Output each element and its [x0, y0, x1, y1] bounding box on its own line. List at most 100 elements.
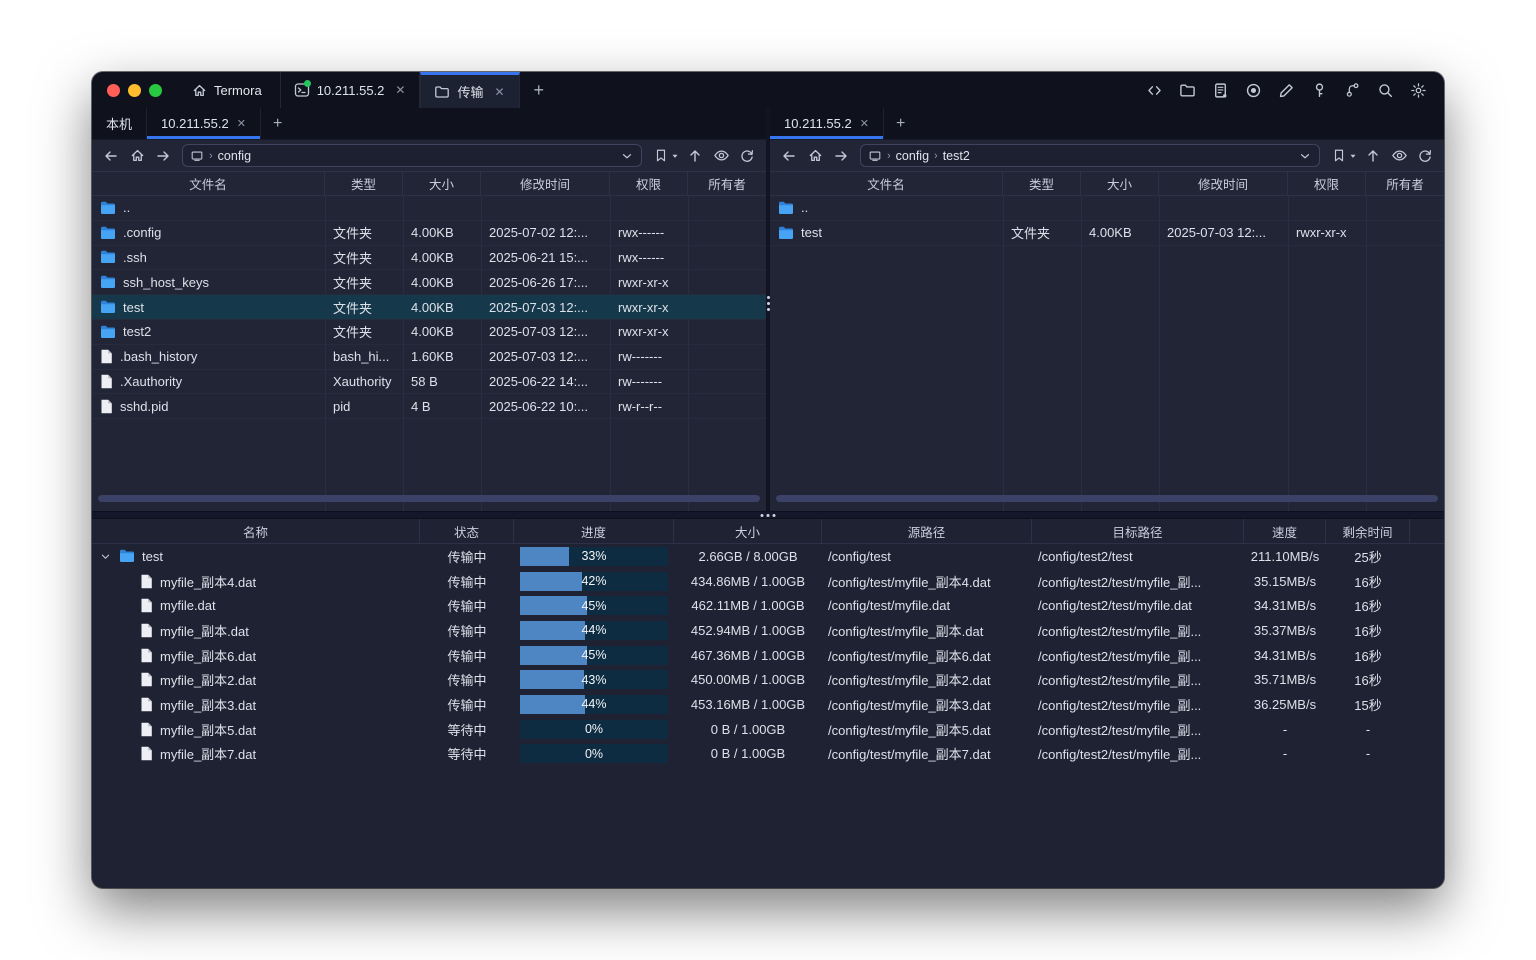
show-hidden-files-icon[interactable] — [710, 145, 732, 167]
column-header-owner[interactable]: 所有者 — [688, 172, 766, 195]
zoom-window-button[interactable] — [149, 84, 162, 97]
bookmark-icon[interactable] — [652, 145, 670, 167]
forward-button[interactable] — [152, 145, 174, 167]
key-icon[interactable] — [1307, 78, 1331, 102]
bookmark-dropdown-icon[interactable] — [1348, 151, 1358, 161]
app-home-tab[interactable]: Termora — [178, 72, 280, 108]
file-row[interactable]: test文件夹4.00KB2025-07-03 12:...rwxr-xr-x — [92, 295, 766, 320]
home-button[interactable] — [804, 145, 826, 167]
column-header-perm[interactable]: 权限 — [610, 172, 688, 195]
chevron-down-icon[interactable] — [620, 149, 634, 163]
settings-icon[interactable] — [1406, 78, 1430, 102]
tab-session[interactable]: 10.211.55.2 ✕ — [280, 72, 421, 108]
right-file-table: 文件名 类型 大小 修改时间 权限 所有者 ..test文件夹4.00KB202… — [770, 171, 1444, 511]
remote-file-panel: 10.211.55.2 ✕ + › config › test2 — [770, 108, 1444, 511]
bookmark-dropdown-icon[interactable] — [670, 151, 680, 161]
horizontal-scrollbar[interactable] — [776, 495, 1438, 502]
column-header-owner[interactable]: 所有者 — [1366, 172, 1444, 195]
file-row[interactable]: .XauthorityXauthority58 B2025-06-22 14:.… — [92, 370, 766, 395]
column-header-progress[interactable]: 进度 — [514, 519, 674, 543]
close-window-button[interactable] — [107, 84, 120, 97]
column-header-target[interactable]: 目标路径 — [1032, 519, 1244, 543]
transfer-row[interactable]: myfile_副本7.dat等待中0%0 B / 1.00GB/config/t… — [92, 742, 1444, 767]
file-perm: rwxr-xr-x — [610, 320, 688, 344]
chevron-down-icon[interactable] — [1298, 149, 1312, 163]
column-header-source[interactable]: 源路径 — [822, 519, 1032, 543]
transfer-row[interactable]: myfile_副本.dat传输中44%452.94MB / 1.00GB/con… — [92, 618, 1444, 643]
folder-icon[interactable] — [1175, 78, 1199, 102]
transfer-row[interactable]: myfile_副本3.dat传输中44%453.16MB / 1.00GB/co… — [92, 692, 1444, 717]
file-row[interactable]: sshd.pidpid4 B2025-06-22 10:...rw-r--r-- — [92, 394, 766, 419]
close-panel-tab-icon[interactable]: ✕ — [860, 117, 869, 130]
refresh-icon[interactable] — [1414, 145, 1436, 167]
file-row[interactable]: .. — [770, 196, 1444, 221]
new-tab-button[interactable]: + — [520, 72, 559, 108]
file-row[interactable]: .bash_historybash_hi...1.60KB2025-07-03 … — [92, 345, 766, 370]
close-tab-icon[interactable]: ✕ — [490, 83, 508, 101]
show-hidden-files-icon[interactable] — [1388, 145, 1410, 167]
path-input[interactable]: › config — [182, 144, 642, 167]
transfer-row[interactable]: myfile_副本6.dat传输中45%467.36MB / 1.00GB/co… — [92, 643, 1444, 668]
file-row[interactable]: ssh_host_keys文件夹4.00KB2025-06-26 17:...r… — [92, 270, 766, 295]
back-button[interactable] — [778, 145, 800, 167]
transfer-row[interactable]: test传输中33%2.66GB / 8.00GB/config/test/co… — [92, 544, 1444, 569]
column-header-type[interactable]: 类型 — [1003, 172, 1081, 195]
column-header-mtime[interactable]: 修改时间 — [481, 172, 610, 195]
column-header-status[interactable]: 状态 — [420, 519, 514, 543]
forward-button[interactable] — [830, 145, 852, 167]
edit-icon[interactable] — [1274, 78, 1298, 102]
file-name: ssh_host_keys — [123, 275, 209, 290]
file-size — [403, 196, 481, 220]
file-row[interactable]: test文件夹4.00KB2025-07-03 12:...rwxr-xr-x — [770, 221, 1444, 246]
column-header-filename[interactable]: 文件名 — [92, 172, 325, 195]
close-panel-tab-icon[interactable]: ✕ — [237, 117, 246, 130]
macro-record-icon[interactable] — [1241, 78, 1265, 102]
file-row[interactable]: .ssh文件夹4.00KB2025-06-21 15:...rwx------ — [92, 246, 766, 271]
close-tab-icon[interactable]: ✕ — [391, 81, 409, 99]
refresh-icon[interactable] — [736, 145, 758, 167]
new-panel-tab-button[interactable]: + — [884, 108, 917, 139]
column-header-type[interactable]: 类型 — [325, 172, 403, 195]
minimize-window-button[interactable] — [128, 84, 141, 97]
upload-icon[interactable] — [1362, 145, 1384, 167]
back-button[interactable] — [100, 145, 122, 167]
log-icon[interactable] — [1208, 78, 1232, 102]
path-segment[interactable]: config — [896, 149, 929, 163]
panel-tab-session[interactable]: 10.211.55.2 ✕ — [770, 108, 884, 139]
panel-tab-local[interactable]: 本机 — [92, 108, 147, 139]
expand-chevron-icon[interactable] — [98, 551, 112, 562]
transfer-status: 传输中 — [420, 596, 514, 615]
upload-icon[interactable] — [684, 145, 706, 167]
file-owner — [688, 196, 766, 220]
transfer-row[interactable]: myfile.dat传输中45%462.11MB / 1.00GB/config… — [92, 593, 1444, 618]
column-header-size[interactable]: 大小 — [1081, 172, 1159, 195]
file-row[interactable]: .. — [92, 196, 766, 221]
path-segment[interactable]: config — [218, 149, 251, 163]
transfer-row[interactable]: myfile_副本5.dat等待中0%0 B / 1.00GB/config/t… — [92, 717, 1444, 742]
path-segment[interactable]: test2 — [943, 149, 970, 163]
column-header-size[interactable]: 大小 — [403, 172, 481, 195]
transfer-row[interactable]: myfile_副本4.dat传输中42%434.86MB / 1.00GB/co… — [92, 569, 1444, 594]
column-header-perm[interactable]: 权限 — [1288, 172, 1366, 195]
file-row[interactable]: .config文件夹4.00KB2025-07-02 12:...rwx----… — [92, 221, 766, 246]
horizontal-scrollbar[interactable] — [98, 495, 760, 502]
search-icon[interactable] — [1373, 78, 1397, 102]
path-input[interactable]: › config › test2 — [860, 144, 1320, 167]
transfer-splitter[interactable] — [92, 511, 1444, 519]
transfer-name: myfile_副本6.dat — [160, 646, 256, 665]
file-row[interactable]: test2文件夹4.00KB2025-07-03 12:...rwxr-xr-x — [92, 320, 766, 345]
column-header-mtime[interactable]: 修改时间 — [1159, 172, 1288, 195]
column-header-name[interactable]: 名称 — [92, 519, 420, 543]
tab-transfer[interactable]: 传输 ✕ — [420, 72, 519, 108]
column-header-speed[interactable]: 速度 — [1244, 519, 1326, 543]
new-panel-tab-button[interactable]: + — [261, 108, 294, 139]
panel-tab-session[interactable]: 10.211.55.2 ✕ — [147, 108, 261, 139]
home-button[interactable] — [126, 145, 148, 167]
keychain-icon[interactable] — [1340, 78, 1364, 102]
transfer-row[interactable]: myfile_副本2.dat传输中43%450.00MB / 1.00GB/co… — [92, 667, 1444, 692]
column-header-eta[interactable]: 剩余时间 — [1326, 519, 1410, 543]
column-header-size[interactable]: 大小 — [674, 519, 822, 543]
code-icon[interactable] — [1142, 78, 1166, 102]
bookmark-icon[interactable] — [1330, 145, 1348, 167]
column-header-filename[interactable]: 文件名 — [770, 172, 1003, 195]
